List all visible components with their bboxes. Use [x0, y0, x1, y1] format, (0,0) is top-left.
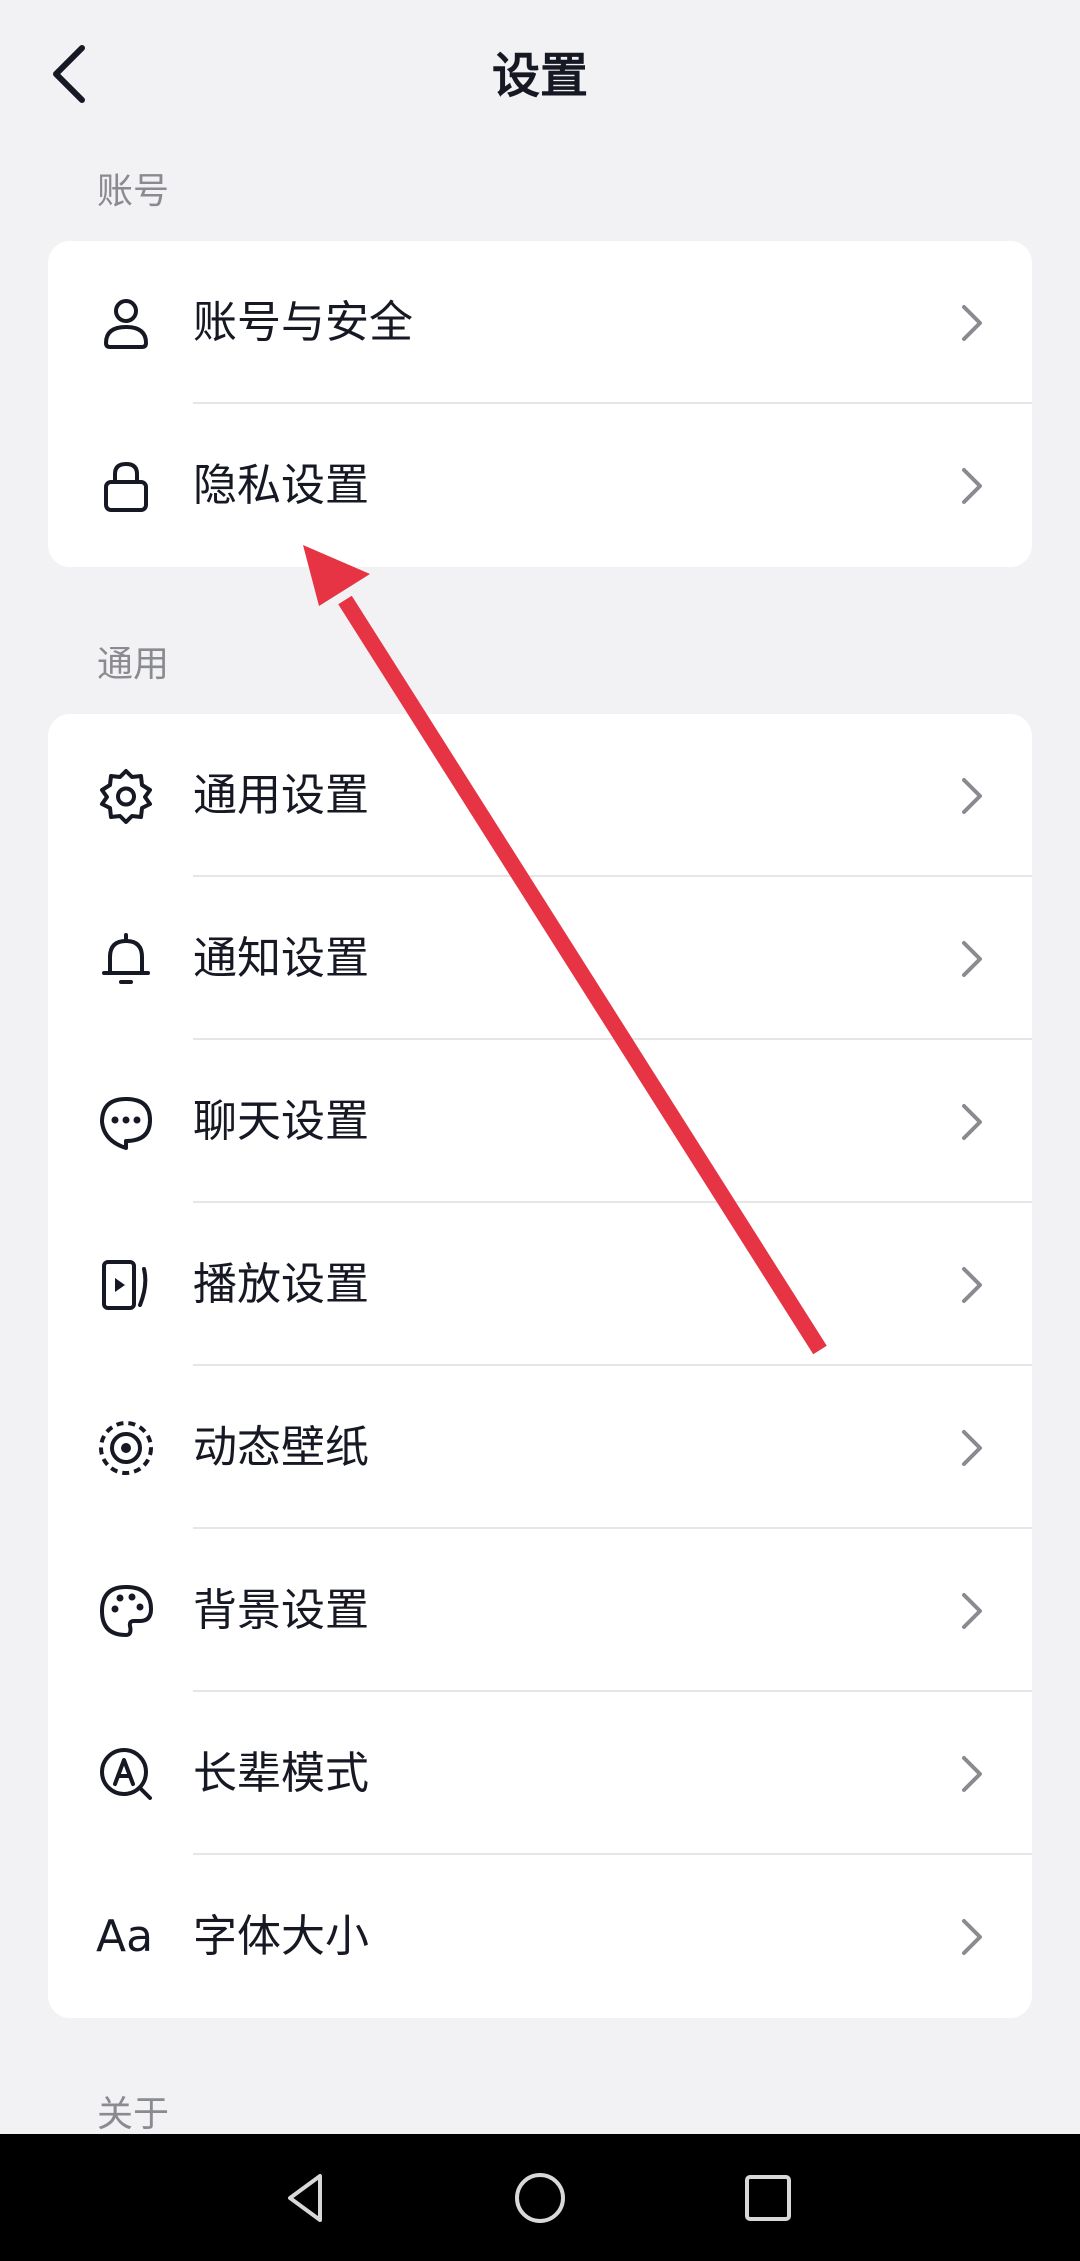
square-recents-icon [745, 2175, 791, 2221]
circle-home-icon [515, 2173, 565, 2223]
chevron-right-icon [962, 1429, 982, 1466]
nav-back-button[interactable] [276, 2166, 340, 2230]
settings-item-label: 通知设置 [193, 933, 369, 984]
settings-item-privacy[interactable]: 隐私设置 [48, 404, 1032, 567]
settings-item-live-wallpaper[interactable]: 动态壁纸 [48, 1366, 1032, 1529]
wallpaper-target-icon [99, 1420, 153, 1475]
settings-item-label: 账号与安全 [193, 297, 413, 348]
chevron-right-icon [962, 1592, 982, 1629]
general-card: 通用设置 通知设置 聊天设置 播放设置 动态壁纸 背景设置 长辈模式 Aa 字体… [48, 714, 1032, 2018]
account-card: 账号与安全 隐私设置 [48, 241, 1032, 567]
nav-recents-button[interactable] [736, 2166, 800, 2230]
play-screen-icon [102, 1259, 148, 1310]
settings-item-label: 播放设置 [193, 1259, 369, 1310]
settings-item-label: 通用设置 [193, 770, 369, 821]
gear-icon [100, 768, 152, 824]
settings-item-label: 聊天设置 [193, 1096, 369, 1147]
section-label-about: 关于 [97, 2094, 170, 2135]
settings-item-chat[interactable]: 聊天设置 [48, 1040, 1032, 1203]
settings-item-label: 隐私设置 [193, 460, 369, 511]
chevron-right-icon [962, 940, 982, 977]
settings-item-general[interactable]: 通用设置 [48, 714, 1032, 877]
chevron-right-icon [962, 467, 982, 504]
settings-item-background[interactable]: 背景设置 [48, 1529, 1032, 1692]
settings-item-label: 长辈模式 [193, 1748, 369, 1799]
chat-bubble-icon [100, 1096, 152, 1150]
page-title: 设置 [491, 48, 588, 104]
bell-icon [102, 932, 150, 984]
section-label-general: 通用 [97, 644, 170, 685]
settings-item-account-security[interactable]: 账号与安全 [48, 241, 1032, 404]
chevron-right-icon [962, 1918, 982, 1955]
chevron-right-icon [962, 1103, 982, 1140]
section-label-account: 账号 [97, 171, 170, 212]
settings-item-font-size[interactable]: Aa 字体大小 [48, 1855, 1032, 2018]
chevron-right-icon [962, 1755, 982, 1792]
top-bar: 设置 [0, 0, 1080, 150]
settings-item-label: 字体大小 [193, 1911, 369, 1962]
settings-item-playback[interactable]: 播放设置 [48, 1203, 1032, 1366]
system-navigation-bar [0, 2134, 1080, 2261]
chevron-right-icon [962, 304, 982, 341]
palette-icon [100, 1584, 153, 1637]
settings-item-label: 背景设置 [193, 1585, 369, 1636]
settings-item-label: 动态壁纸 [193, 1422, 369, 1473]
elder-mode-a-icon [100, 1747, 152, 1800]
lock-icon [104, 461, 148, 512]
user-icon [104, 298, 148, 349]
settings-item-notification[interactable]: 通知设置 [48, 877, 1032, 1040]
settings-item-elder-mode[interactable]: 长辈模式 [48, 1692, 1032, 1855]
chevron-right-icon [962, 777, 982, 814]
chevron-right-icon [962, 1266, 982, 1303]
font-size-icon: Aa [96, 1910, 154, 1962]
triangle-back-icon [288, 2174, 322, 2222]
nav-home-button[interactable] [508, 2166, 572, 2230]
